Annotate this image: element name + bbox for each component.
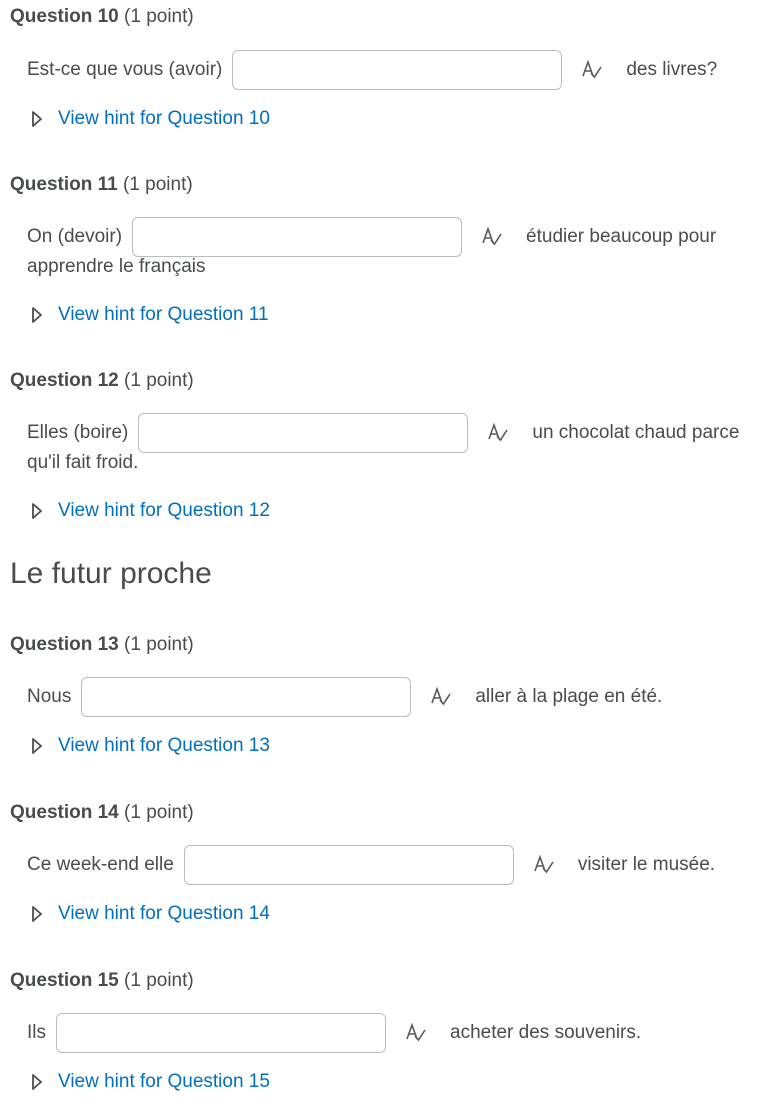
question-points: (1 point) — [124, 634, 194, 655]
question-12-body: Elles (boire) un chocolat chaud parce qu… — [27, 412, 747, 478]
section-heading: Le futur proche — [10, 557, 212, 590]
answer-input-question-15[interactable] — [56, 1013, 386, 1053]
prompt-continuation: qu'il fait froid. — [27, 452, 139, 473]
question-points: (1 point) — [124, 970, 194, 991]
answer-input-question-14[interactable] — [183, 845, 514, 885]
question-number: Question 14 — [10, 802, 119, 823]
question-13-body: Nous aller à la plage en été. — [27, 676, 747, 718]
hint-link[interactable]: View hint for Question 12 — [58, 500, 270, 522]
prompt-after: des livres? — [626, 59, 718, 80]
hint-toggle-question-12[interactable]: View hint for Question 12 — [30, 498, 270, 524]
question-points: (1 point) — [122, 174, 193, 195]
question-14-body: Ce week-end elle visiter le musée. — [27, 844, 747, 886]
spellcheck-icon[interactable] — [486, 421, 510, 445]
answer-input-question-12[interactable] — [138, 413, 469, 453]
question-number: Question 13 — [10, 634, 119, 655]
question-number: Question 12 — [10, 370, 119, 391]
play-triangle-icon — [30, 110, 44, 128]
question-11-title: Question 11 (1 point) — [10, 173, 193, 197]
question-11-body: On (devoir) étudier beaucoup pour appren… — [27, 216, 747, 282]
prompt-before: Ils — [27, 1022, 46, 1043]
hint-toggle-question-11[interactable]: View hint for Question 11 — [30, 302, 269, 328]
question-12-title: Question 12 (1 point) — [10, 369, 194, 393]
hint-toggle-question-14[interactable]: View hint for Question 14 — [30, 901, 270, 927]
quiz-page: Question 10 (1 point) Est-ce que vous (a… — [0, 0, 773, 1106]
spellcheck-icon[interactable] — [404, 1021, 428, 1045]
question-points: (1 point) — [124, 370, 194, 391]
play-triangle-icon — [30, 905, 44, 923]
question-14-title: Question 14 (1 point) — [10, 801, 194, 825]
play-triangle-icon — [30, 306, 44, 324]
question-number: Question 11 — [10, 174, 118, 195]
question-10-body: Est-ce que vous (avoir) des livres? — [27, 49, 747, 91]
spellcheck-icon[interactable] — [532, 853, 556, 877]
play-triangle-icon — [30, 502, 44, 520]
hint-link[interactable]: View hint for Question 11 — [58, 304, 269, 326]
question-10-title: Question 10 (1 point) — [10, 5, 194, 29]
question-13-title: Question 13 (1 point) — [10, 633, 194, 657]
prompt-after: un chocolat chaud parce — [532, 422, 740, 443]
prompt-after: acheter des souvenirs. — [450, 1022, 642, 1043]
prompt-continuation: apprendre le français — [27, 256, 206, 277]
question-15-body: Ils acheter des souvenirs. — [27, 1012, 747, 1054]
hint-link[interactable]: View hint for Question 10 — [58, 108, 270, 130]
prompt-after: visiter le musée. — [577, 854, 716, 875]
answer-input-question-13[interactable] — [81, 677, 412, 717]
play-triangle-icon — [30, 1073, 44, 1091]
spellcheck-icon[interactable] — [580, 58, 604, 82]
prompt-before: Elles (boire) — [27, 422, 129, 443]
prompt-before: Ce week-end elle — [27, 854, 174, 875]
prompt-before: Est-ce que vous (avoir) — [27, 59, 223, 80]
prompt-after: aller à la plage en été. — [475, 686, 663, 707]
prompt-before: On (devoir) — [27, 226, 123, 247]
question-number: Question 15 — [10, 970, 119, 991]
answer-input-question-11[interactable] — [132, 217, 463, 257]
hint-link[interactable]: View hint for Question 14 — [58, 903, 270, 925]
hint-link[interactable]: View hint for Question 15 — [58, 1071, 270, 1093]
question-number: Question 10 — [10, 6, 119, 27]
hint-toggle-question-15[interactable]: View hint for Question 15 — [30, 1069, 270, 1095]
hint-toggle-question-10[interactable]: View hint for Question 10 — [30, 106, 270, 132]
prompt-before: Nous — [27, 686, 72, 707]
question-points: (1 point) — [124, 802, 194, 823]
spellcheck-icon[interactable] — [429, 685, 453, 709]
question-15-title: Question 15 (1 point) — [10, 969, 194, 993]
hint-toggle-question-13[interactable]: View hint for Question 13 — [30, 733, 270, 759]
play-triangle-icon — [30, 737, 44, 755]
question-points: (1 point) — [124, 6, 194, 27]
spellcheck-icon[interactable] — [480, 225, 504, 249]
answer-input-question-10[interactable] — [232, 50, 563, 90]
prompt-after: étudier beaucoup pour — [526, 226, 717, 247]
hint-link[interactable]: View hint for Question 13 — [58, 735, 270, 757]
